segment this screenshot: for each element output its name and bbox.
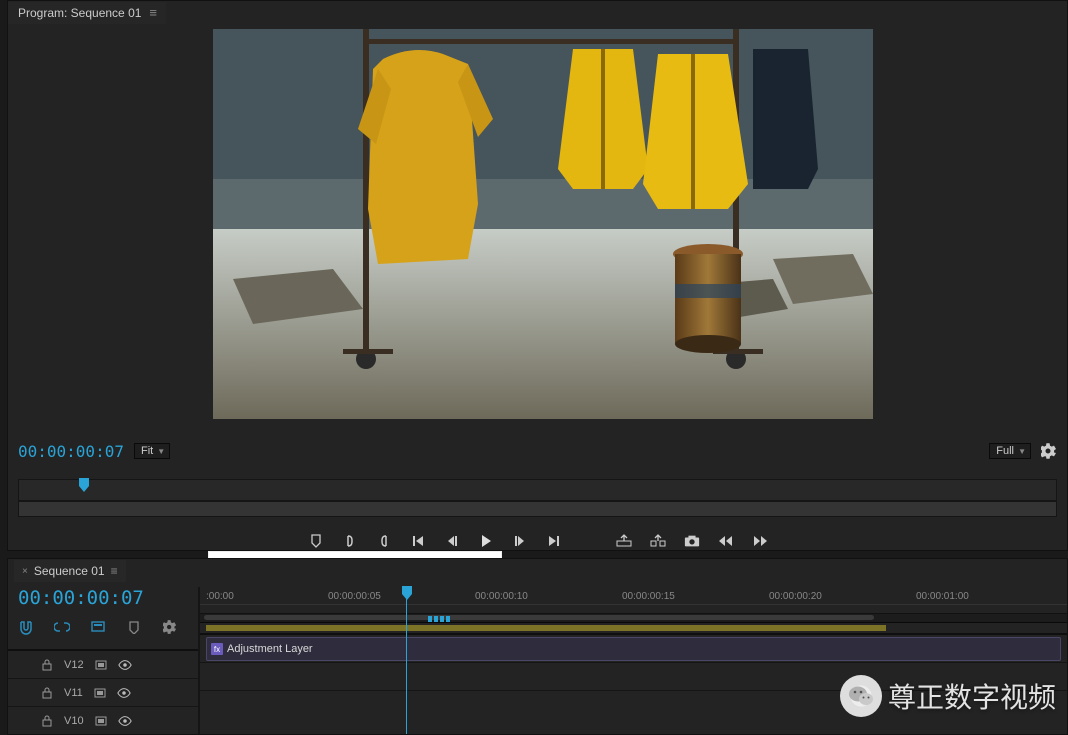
lock-icon[interactable] <box>40 686 54 700</box>
tracks-area: fx Adjustment Layer <box>200 633 1067 718</box>
program-monitor-viewport[interactable] <box>213 29 873 419</box>
marker-tool-icon[interactable] <box>90 619 106 635</box>
program-tab-label: Program: Sequence 01 <box>18 6 141 20</box>
ruler-label: 00:00:00:10 <box>475 591 528 602</box>
program-monitor-panel: Program: Sequence 01 ≡ <box>7 0 1068 551</box>
program-scrub-bar[interactable] <box>18 501 1057 517</box>
export-frame-button[interactable] <box>684 533 700 549</box>
lock-icon[interactable] <box>40 714 54 728</box>
settings-wrench-icon[interactable] <box>1041 443 1057 459</box>
snap-toggle-icon[interactable] <box>18 619 34 635</box>
track-header-v11[interactable]: V11 <box>8 678 198 706</box>
timeline-tab[interactable]: × Sequence 01 ≡ <box>14 560 126 582</box>
lift-button[interactable] <box>616 533 632 549</box>
ruler-label: 00:00:00:05 <box>328 591 381 602</box>
step-forward-button[interactable] <box>512 533 528 549</box>
clip-label: Adjustment Layer <box>227 643 313 655</box>
fx-badge-icon: fx <box>211 643 223 655</box>
timeline-tab-bar: × Sequence 01 ≡ <box>8 559 1067 583</box>
timeline-timecode[interactable]: 00:00:00:07 <box>18 587 198 609</box>
program-tab-bar: Program: Sequence 01 ≡ <box>8 1 1067 25</box>
linked-selection-icon[interactable] <box>54 619 70 635</box>
program-timecode[interactable]: 00:00:00:07 <box>18 442 124 461</box>
go-to-out-button[interactable] <box>546 533 562 549</box>
panel-menu-icon[interactable]: ≡ <box>149 5 156 20</box>
go-to-in-button[interactable] <box>410 533 426 549</box>
play-button[interactable] <box>478 533 494 549</box>
program-info-bar: 00:00:00:07 Fit Full <box>18 441 1057 461</box>
extract-button[interactable] <box>650 533 666 549</box>
timeline-tool-row <box>18 619 198 635</box>
zoom-scroll-bar[interactable] <box>200 614 1067 623</box>
track-row-v11[interactable] <box>200 662 1067 690</box>
timeline-content-area[interactable]: :00:00 00:00:00:05 00:00:00:10 00:00:00:… <box>200 587 1067 734</box>
in-out-marker[interactable] <box>428 611 458 617</box>
timeline-tab-label: Sequence 01 <box>34 564 105 578</box>
timeline-panel: × Sequence 01 ≡ 00:00:00:07 V12 V11 <box>7 558 1068 735</box>
lock-icon[interactable] <box>40 658 54 672</box>
sync-lock-icon[interactable] <box>93 686 107 700</box>
track-header-v10[interactable]: V10 <box>8 706 198 734</box>
track-label: V10 <box>64 715 84 727</box>
track-header-v12[interactable]: V12 <box>8 649 198 678</box>
ruler-label: 00:00:00:20 <box>769 591 822 602</box>
track-label: V11 <box>64 687 83 699</box>
zoom-fit-dropdown[interactable]: Fit <box>134 443 170 459</box>
timeline-playhead-line[interactable] <box>406 587 407 734</box>
eye-icon[interactable] <box>117 686 131 700</box>
mark-in-button[interactable] <box>342 533 358 549</box>
zoom-handle[interactable] <box>204 615 874 620</box>
track-header-column: V12 V11 V10 <box>8 649 198 734</box>
wrench-icon[interactable] <box>162 619 178 635</box>
track-label: V12 <box>64 659 84 671</box>
eye-icon[interactable] <box>118 658 132 672</box>
btn-prev-edit[interactable] <box>718 533 734 549</box>
sync-lock-icon[interactable] <box>94 658 108 672</box>
close-icon[interactable]: × <box>22 566 28 577</box>
track-row-v10[interactable] <box>200 690 1067 718</box>
ruler-label: :00:00 <box>206 591 234 602</box>
timeline-playhead-icon[interactable] <box>400 586 414 600</box>
btn-next-edit[interactable] <box>752 533 768 549</box>
work-area-bar[interactable] <box>200 623 1067 633</box>
step-back-button[interactable] <box>444 533 460 549</box>
eye-icon[interactable] <box>118 714 132 728</box>
timeline-settings-icon[interactable] <box>126 619 142 635</box>
sync-lock-icon[interactable] <box>94 714 108 728</box>
add-marker-button[interactable] <box>308 533 324 549</box>
program-playhead-icon[interactable] <box>77 478 91 490</box>
ruler-label: 00:00:01:00 <box>916 591 969 602</box>
ruler-label: 00:00:00:15 <box>622 591 675 602</box>
mark-out-button[interactable] <box>376 533 392 549</box>
program-time-ruler[interactable] <box>18 479 1057 501</box>
program-tab[interactable]: Program: Sequence 01 ≡ <box>8 2 166 24</box>
preview-frame <box>213 29 873 419</box>
quality-dropdown[interactable]: Full <box>989 443 1031 459</box>
timeline-header: 00:00:00:07 <box>18 587 198 635</box>
time-ruler[interactable]: :00:00 00:00:00:05 00:00:00:10 00:00:00:… <box>200 587 1067 614</box>
track-row-v12[interactable]: fx Adjustment Layer <box>200 633 1067 662</box>
panel-menu-icon[interactable]: ≡ <box>111 564 118 578</box>
transport-controls <box>8 529 1067 553</box>
clip-adjustment-layer[interactable]: fx Adjustment Layer <box>206 637 1061 661</box>
